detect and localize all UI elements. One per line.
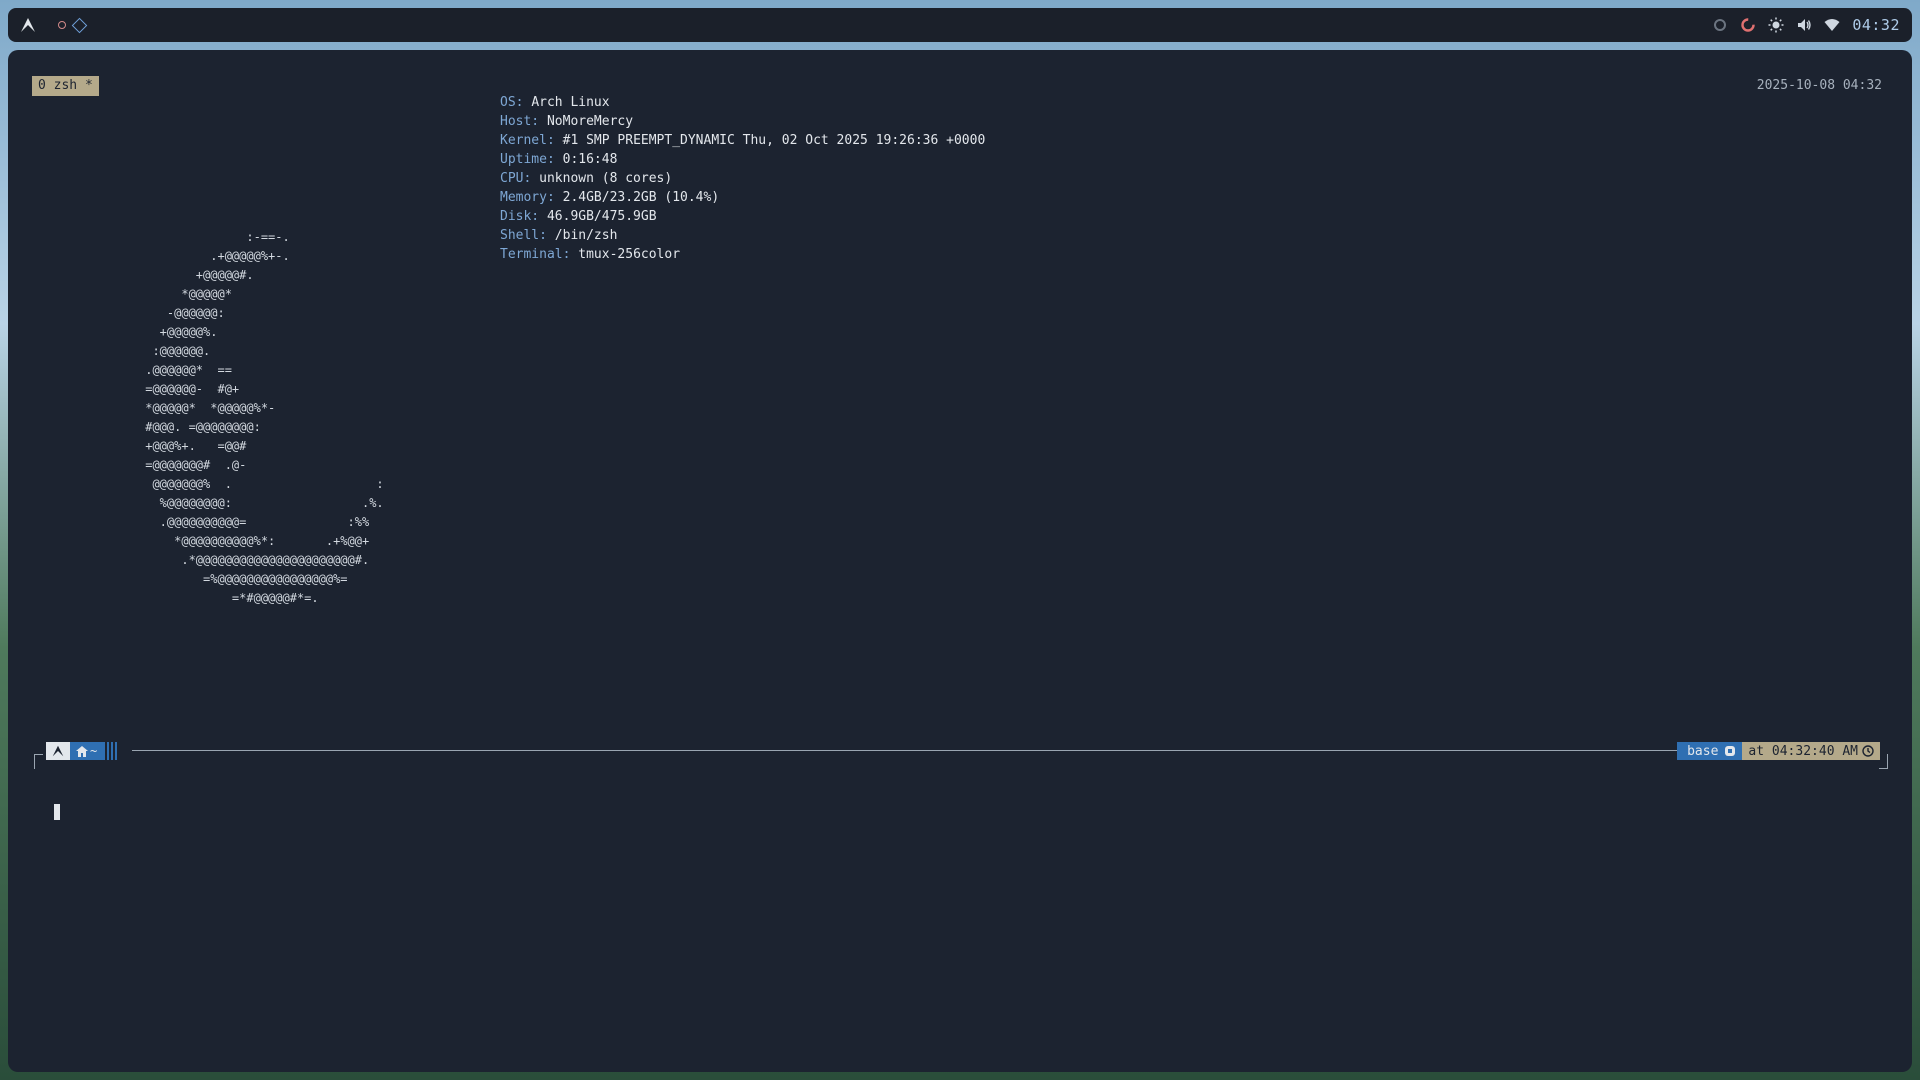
info-value: /bin/zsh bbox=[554, 228, 618, 243]
info-value: tmux-256color bbox=[578, 247, 681, 262]
info-value: 2.4GB/23.2GB (10.4%) bbox=[562, 190, 720, 205]
volume-icon[interactable] bbox=[1796, 17, 1812, 33]
info-key: Terminal: bbox=[500, 247, 571, 262]
info-value: #1 SMP PREEMPT_DYNAMIC Thu, 02 Oct 2025 … bbox=[562, 133, 986, 148]
conda-env-segment: base bbox=[1677, 742, 1743, 760]
prompt-left-segment: ~ bbox=[46, 742, 118, 760]
prompt-divider bbox=[132, 750, 1684, 751]
workspace-switcher bbox=[58, 17, 88, 33]
info-key: Uptime: bbox=[500, 152, 555, 167]
prompt-directory: ~ bbox=[70, 742, 104, 760]
info-key: Kernel: bbox=[500, 133, 555, 148]
conda-env-name: base bbox=[1687, 743, 1719, 759]
info-host: Host: NoMoreMercy bbox=[500, 112, 985, 131]
info-value: Arch Linux bbox=[531, 95, 610, 110]
top-bar: 04:32 bbox=[8, 8, 1912, 42]
info-cpu: CPU: unknown (8 cores) bbox=[500, 169, 985, 188]
info-disk: Disk: 46.9GB/475.9GB bbox=[500, 207, 985, 226]
prompt-dir-text: ~ bbox=[90, 744, 98, 758]
prompt-bracket-right bbox=[1879, 754, 1888, 769]
info-memory: Memory: 2.4GB/23.2GB (10.4%) bbox=[500, 188, 985, 207]
arch-prompt-icon bbox=[46, 742, 70, 760]
info-key: OS: bbox=[500, 95, 524, 110]
home-icon bbox=[76, 745, 88, 757]
info-key: Memory: bbox=[500, 190, 555, 205]
ascii-logo: :-==-. .+@@@@@%+-. +@@@@@#. *@@@@@* -@@@… bbox=[145, 230, 384, 605]
arch-logo-icon[interactable] bbox=[20, 17, 36, 33]
workspace-circle-icon[interactable] bbox=[58, 21, 66, 29]
info-value: 46.9GB/475.9GB bbox=[546, 209, 657, 224]
night-light-icon[interactable] bbox=[1712, 17, 1728, 33]
info-key: Shell: bbox=[500, 228, 547, 243]
system-info: OS: Arch Linux Host: NoMoreMercy Kernel:… bbox=[500, 93, 985, 264]
info-value: 0:16:48 bbox=[562, 152, 618, 167]
prompt-bracket-left bbox=[34, 754, 43, 769]
prompt-time: at 04:32:40 AM bbox=[1748, 743, 1858, 759]
info-key: Host: bbox=[500, 114, 540, 129]
info-terminal: Terminal: tmux-256color bbox=[500, 245, 985, 264]
text-cursor[interactable] bbox=[54, 804, 60, 820]
info-shell: Shell: /bin/zsh bbox=[500, 226, 985, 245]
info-uptime: Uptime: 0:16:48 bbox=[500, 150, 985, 169]
prompt-time-segment: at 04:32:40 AM bbox=[1742, 742, 1880, 760]
clock[interactable]: 04:32 bbox=[1852, 16, 1900, 34]
info-key: CPU: bbox=[500, 171, 532, 186]
terminal-window[interactable]: 0 zsh * 2025-10-08 04:32 :-==-. .+@@@@@%… bbox=[8, 50, 1912, 1072]
tmux-datetime: 2025-10-08 04:32 bbox=[1756, 78, 1882, 93]
info-os: OS: Arch Linux bbox=[500, 93, 985, 112]
python-icon bbox=[1725, 746, 1736, 756]
clock-icon bbox=[1862, 745, 1874, 757]
info-key: Disk: bbox=[500, 209, 540, 224]
record-icon[interactable] bbox=[1740, 17, 1756, 33]
brightness-icon[interactable] bbox=[1768, 17, 1784, 33]
info-value: NoMoreMercy bbox=[546, 114, 634, 129]
workspace-diamond-icon[interactable] bbox=[71, 17, 88, 33]
info-kernel: Kernel: #1 SMP PREEMPT_DYNAMIC Thu, 02 O… bbox=[500, 131, 985, 150]
shell-prompt: ~ ✓ base at 04:32:40 AM bbox=[34, 740, 1888, 770]
wifi-icon[interactable] bbox=[1824, 17, 1840, 33]
tmux-window-tab[interactable]: 0 zsh * bbox=[32, 76, 99, 96]
prompt-right-segment: base at 04:32:40 AM bbox=[1677, 742, 1880, 760]
info-value: unknown (8 cores) bbox=[539, 171, 673, 186]
prompt-segment-tail bbox=[103, 742, 118, 760]
